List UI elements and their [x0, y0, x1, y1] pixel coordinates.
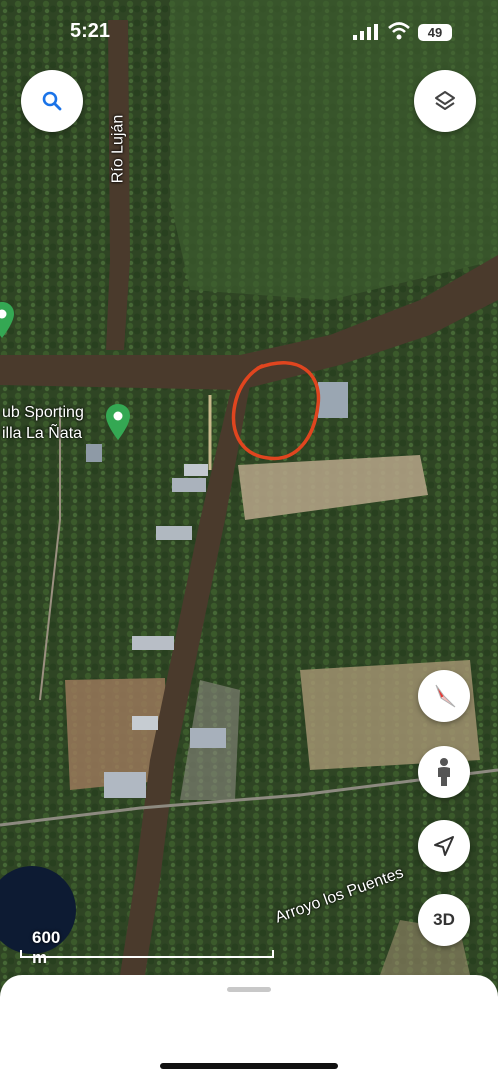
place-pin-icon[interactable] — [0, 302, 14, 338]
3d-button[interactable]: 3D — [418, 894, 470, 946]
club-label: ub Sporting — [2, 404, 84, 421]
status-bar: 5:21 49 — [0, 0, 498, 64]
pegman-icon — [438, 758, 450, 786]
compass-button[interactable] — [418, 670, 470, 722]
place-pin-icon[interactable] — [106, 404, 130, 440]
scale-bar — [20, 950, 274, 958]
compass-icon — [435, 684, 456, 708]
street-view-button[interactable] — [418, 746, 470, 798]
navigation-arrow-icon — [434, 836, 454, 856]
search-button[interactable] — [21, 70, 83, 132]
wifi-icon — [388, 22, 410, 40]
status-time: 5:21 — [70, 20, 111, 42]
search-icon — [42, 91, 62, 111]
layers-button[interactable] — [414, 70, 476, 132]
villa-label: illa La Ñata — [2, 425, 83, 442]
layers-icon — [435, 91, 455, 110]
cellular-signal-icon — [353, 24, 378, 40]
my-location-button[interactable] — [418, 820, 470, 872]
scale-label: 600 m — [32, 928, 61, 967]
bottom-sheet[interactable] — [0, 975, 498, 1080]
home-indicator — [160, 1063, 338, 1069]
battery-indicator: 49 — [418, 24, 452, 41]
river-lujan-label: Río Luján — [109, 114, 127, 184]
sheet-drag-handle[interactable] — [227, 987, 271, 992]
